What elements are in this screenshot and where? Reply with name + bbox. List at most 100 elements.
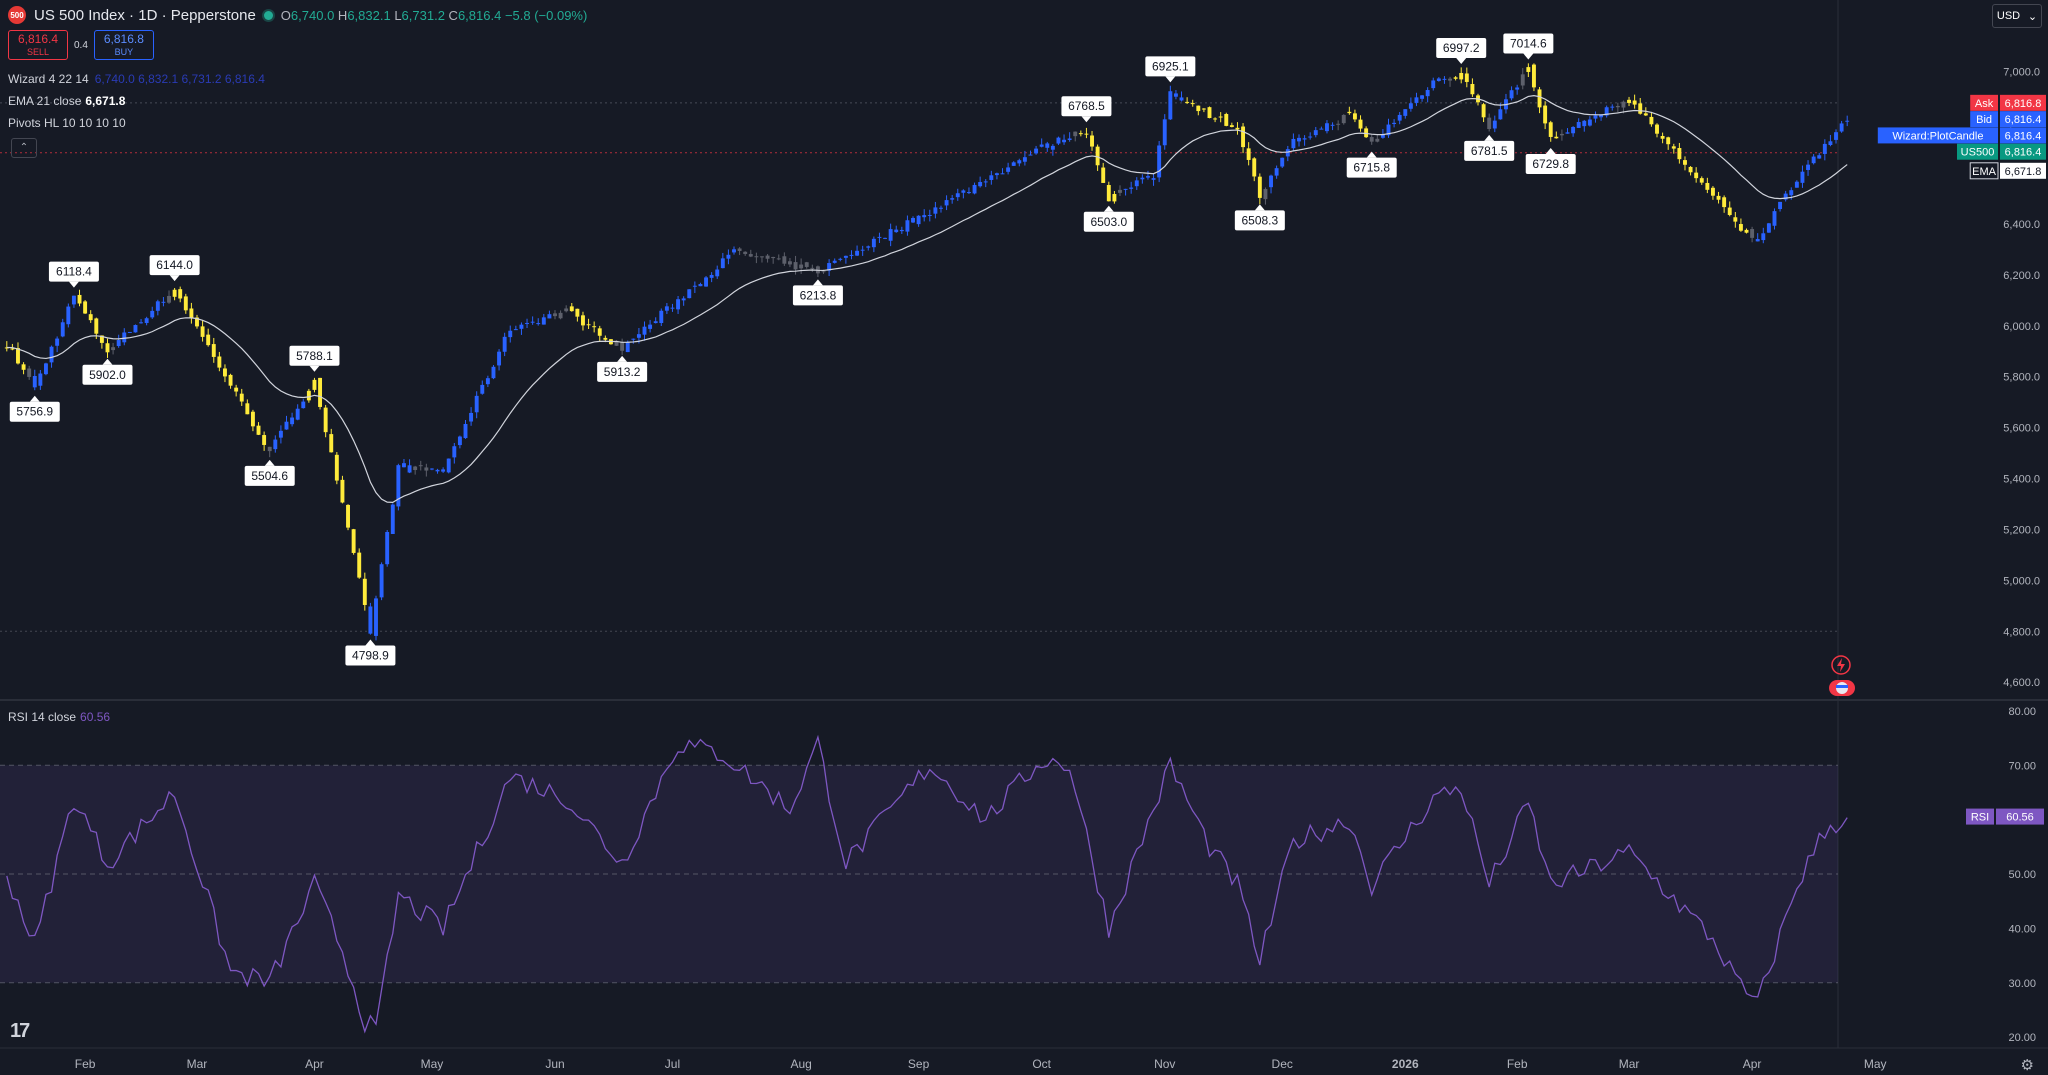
- candle-body: [407, 465, 412, 473]
- candle-body: [183, 296, 188, 311]
- time-tick-label: Mar: [187, 1057, 208, 1071]
- pivot-label-pointer: [29, 395, 40, 402]
- candle-body: [1688, 166, 1693, 173]
- pivot-label: 6213.8: [792, 279, 843, 306]
- rsi-legend[interactable]: RSI 14 close 60.56: [8, 710, 110, 724]
- candle-body: [122, 332, 127, 343]
- time-tick-label: Jul: [665, 1057, 680, 1071]
- candle-body: [1621, 101, 1626, 108]
- price-tag-label: US500: [1961, 147, 1995, 159]
- candle-body: [1593, 115, 1598, 119]
- candle-body: [1834, 132, 1838, 140]
- chart-canvas[interactable]: 5756.9 6118.4 5902.0 6144.0 5504.6 5788.1 4798…: [0, 0, 2048, 1075]
- candle-body: [1655, 124, 1659, 134]
- candle-body: [620, 342, 625, 351]
- pivot-label-text: 6213.8: [800, 288, 837, 302]
- candle-body: [1459, 72, 1464, 80]
- candle-body: [351, 529, 356, 553]
- symbol-title[interactable]: US 500 Index · 1D · Pepperstone: [34, 7, 256, 24]
- candle-body: [905, 220, 910, 232]
- pivot-label: 6118.4: [48, 261, 99, 288]
- alert-icon[interactable]: [1830, 654, 1852, 676]
- candle-body: [1817, 155, 1822, 159]
- symbol-logo[interactable]: 500: [8, 6, 26, 24]
- candle-body: [457, 436, 462, 446]
- candle-body: [1403, 109, 1408, 116]
- trade-panel: 6,816.4 SELL 0.4 6,816.8 BUY: [8, 30, 154, 60]
- candle-body: [1308, 136, 1313, 138]
- candle-body: [1543, 105, 1548, 124]
- collapse-legend-button[interactable]: ⌃: [11, 138, 37, 158]
- candle-body: [1325, 123, 1329, 132]
- candle-body: [379, 564, 384, 598]
- candle-body: [972, 184, 977, 194]
- candle-body: [1683, 160, 1687, 165]
- price-tick-label: 5,800.0: [2003, 372, 2040, 384]
- candle-body: [1319, 128, 1324, 130]
- candle-body: [1481, 104, 1486, 118]
- candle-body: [1565, 132, 1570, 134]
- candle-body: [1671, 146, 1676, 149]
- pivots-legend[interactable]: Pivots HL 10 10 10 10: [8, 116, 126, 130]
- tradingview-logo[interactable]: 17: [10, 1020, 30, 1043]
- candle-body: [760, 256, 764, 258]
- candle-body: [843, 255, 848, 258]
- candle-body: [911, 217, 915, 223]
- candle-body: [1470, 83, 1475, 95]
- buy-button[interactable]: 6,816.8 BUY: [93, 30, 154, 60]
- candle-body: [1302, 138, 1307, 140]
- candle-body: [1800, 171, 1805, 183]
- candle-body: [144, 318, 149, 323]
- candle-body: [1073, 131, 1078, 137]
- candle-body: [899, 229, 904, 232]
- time-tick-label: Apr: [1743, 1057, 1762, 1071]
- pivot-label-text: 6729.8: [1532, 157, 1569, 171]
- candle-body: [250, 411, 255, 427]
- candle-body: [1369, 137, 1374, 142]
- candle-body: [1006, 167, 1011, 172]
- candle-body: [1123, 188, 1128, 190]
- candle-body: [429, 468, 434, 470]
- gear-icon[interactable]: ⚙: [2021, 1056, 2034, 1074]
- candle-body: [581, 315, 585, 326]
- candle-body: [709, 274, 714, 278]
- candle-body: [855, 250, 860, 256]
- candle-body: [541, 317, 546, 325]
- candle-body: [525, 322, 529, 324]
- flag-icon[interactable]: [1828, 678, 1856, 698]
- pivot-label-text: 6508.3: [1241, 213, 1278, 227]
- price-tick-label: 5,200.0: [2003, 524, 2040, 536]
- candle-body: [1129, 187, 1134, 189]
- candle-body: [1011, 162, 1016, 166]
- candle-body: [83, 301, 88, 314]
- candle-body: [1587, 119, 1592, 126]
- candle-body: [547, 314, 552, 319]
- time-tick-label: May: [421, 1057, 444, 1071]
- candle-body: [530, 321, 535, 323]
- pivot-label-text: 6768.5: [1068, 99, 1105, 113]
- wizard-legend[interactable]: Wizard 4 22 14 6,740.0 6,832.1 6,731.2 6,…: [8, 72, 265, 86]
- ema-legend[interactable]: EMA 21 close 6,671.8: [8, 94, 125, 108]
- pivot-label: 6925.1: [1145, 56, 1196, 83]
- price-tag-label: EMA: [1972, 166, 1997, 178]
- price-tick-label: 6,200.0: [2003, 270, 2040, 282]
- candle-body: [167, 295, 171, 303]
- pivot-label: 5756.9: [9, 395, 60, 422]
- candle-body: [1408, 103, 1413, 109]
- candle-body: [1000, 173, 1005, 175]
- candle-body: [1537, 89, 1542, 108]
- chart-frame[interactable]: 5756.9 6118.4 5902.0 6144.0 5504.6 5788.1 4798…: [0, 0, 2048, 1075]
- candle-body: [636, 334, 641, 338]
- candle-body: [1638, 103, 1643, 114]
- candle-body: [1397, 114, 1402, 121]
- candle-body: [306, 390, 311, 401]
- pivot-label: 6729.8: [1525, 148, 1576, 175]
- candle-body: [536, 323, 541, 325]
- currency-selector[interactable]: USD ⌄: [1992, 4, 2042, 28]
- candle-body: [1582, 120, 1587, 127]
- candle-body: [966, 192, 971, 194]
- candle-body: [1246, 148, 1251, 160]
- sell-button[interactable]: 6,816.4 SELL: [8, 30, 68, 60]
- pivot-label-pointer: [102, 358, 113, 365]
- candle-body: [1632, 100, 1637, 105]
